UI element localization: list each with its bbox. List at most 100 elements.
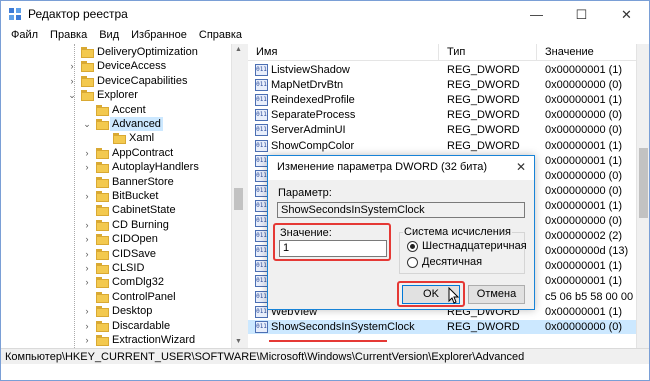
value-name-cell: MapNetDrvBtn bbox=[271, 79, 344, 92]
tree-node[interactable]: › ComDlg32 bbox=[1, 275, 231, 289]
tree-node[interactable]: › Desktop bbox=[1, 304, 231, 318]
tree-node-label[interactable]: Advanced bbox=[110, 117, 163, 131]
expand-arrow-icon[interactable]: › bbox=[68, 59, 76, 73]
tree-node-label[interactable]: BannerStore bbox=[112, 175, 174, 189]
expand-arrow-icon[interactable]: › bbox=[83, 160, 91, 174]
expand-arrow-icon[interactable]: › bbox=[83, 333, 91, 347]
menu-view[interactable]: Вид bbox=[93, 28, 125, 44]
collapse-arrow-icon[interactable]: ⌄ bbox=[83, 117, 91, 131]
tree-scroll-thumb[interactable] bbox=[234, 188, 243, 210]
tree-node-label[interactable]: Accent bbox=[112, 103, 146, 117]
minimize-button[interactable]: — bbox=[514, 1, 559, 28]
expand-arrow-icon[interactable]: › bbox=[83, 261, 91, 275]
menu-edit[interactable]: Правка bbox=[44, 28, 93, 44]
tree-node[interactable]: › DeviceCapabilities bbox=[1, 74, 231, 88]
tree-node[interactable]: Xaml bbox=[1, 131, 231, 145]
column-header-value[interactable]: Значение bbox=[545, 46, 594, 58]
edit-dword-dialog: Изменение параметра DWORD (32 бита) ✕ Па… bbox=[267, 155, 535, 310]
decimal-radio-label[interactable]: Десятичная bbox=[422, 256, 482, 268]
column-header-type[interactable]: Тип bbox=[447, 46, 465, 58]
menu-file[interactable]: Файл bbox=[5, 28, 44, 44]
column-header-name[interactable]: Имя bbox=[256, 46, 277, 58]
hex-radio[interactable] bbox=[407, 241, 418, 252]
menu-help[interactable]: Справка bbox=[193, 28, 248, 44]
tree-node[interactable]: › CLSID bbox=[1, 261, 231, 275]
value-row[interactable]: 011 ShowSecondsInSystemClock REG_DWORD 0x00… bbox=[248, 319, 636, 334]
tree-node[interactable]: ⌄ Explorer bbox=[1, 88, 231, 102]
tree-node[interactable]: › AppContract bbox=[1, 146, 231, 160]
tree-node-label[interactable]: DeviceAccess bbox=[97, 59, 166, 73]
tree-node[interactable]: ⌄ Advanced bbox=[1, 117, 231, 131]
close-button[interactable]: ✕ bbox=[604, 1, 649, 28]
expand-arrow-icon[interactable]: › bbox=[83, 275, 91, 289]
tree-node[interactable]: › DeviceAccess bbox=[1, 59, 231, 73]
tree-node-label[interactable]: ExtractionWizard bbox=[112, 333, 195, 347]
tree-node-label[interactable]: BitBucket bbox=[112, 189, 158, 203]
expand-arrow-icon[interactable]: › bbox=[83, 319, 91, 333]
tree-node-label[interactable]: ComDlg32 bbox=[112, 275, 164, 289]
tree-node[interactable]: › CIDSave bbox=[1, 247, 231, 261]
expand-arrow-icon[interactable]: › bbox=[83, 189, 91, 203]
value-row[interactable]: 011 ShowCompColor REG_DWORD 0x00000001 (1) bbox=[248, 139, 636, 153]
tree-node-label[interactable]: CIDOpen bbox=[112, 232, 158, 246]
expand-arrow-icon[interactable]: › bbox=[83, 232, 91, 246]
tree-node-label[interactable]: DeviceCapabilities bbox=[97, 74, 188, 88]
maximize-button[interactable]: ☐ bbox=[559, 1, 604, 28]
collapse-arrow-icon[interactable]: ⌄ bbox=[68, 88, 76, 102]
expand-arrow-icon[interactable]: › bbox=[83, 218, 91, 232]
column-separator[interactable] bbox=[438, 44, 439, 61]
menu-favorites[interactable]: Избранное bbox=[125, 28, 193, 44]
tree-node[interactable]: CabinetState bbox=[1, 203, 231, 217]
value-row[interactable]: 011 ListviewShadow REG_DWORD 0x00000001 (1) bbox=[248, 63, 636, 77]
folder-icon bbox=[96, 176, 109, 188]
tree-node-label[interactable]: CD Burning bbox=[112, 218, 169, 232]
value-type-cell: REG_DWORD bbox=[447, 94, 520, 107]
value-input[interactable]: 1 bbox=[279, 240, 387, 257]
list-scroll-thumb[interactable] bbox=[639, 148, 648, 218]
value-row[interactable]: 011 ServerAdminUI REG_DWORD 0x00000000 (0) bbox=[248, 123, 636, 137]
list-scrollbar[interactable] bbox=[636, 44, 649, 348]
dword-value-icon: 011 bbox=[255, 124, 268, 137]
dialog-close-icon[interactable]: ✕ bbox=[516, 160, 526, 174]
tree-node[interactable]: › Discardable bbox=[1, 319, 231, 333]
expand-arrow-icon[interactable]: › bbox=[83, 247, 91, 261]
value-value-cell: 0x00000001 (1) bbox=[545, 139, 623, 152]
tree-node-label[interactable]: DeliveryOptimization bbox=[97, 45, 198, 59]
tree-node-label[interactable]: Discardable bbox=[112, 319, 170, 333]
tree-node-label[interactable]: CIDSave bbox=[112, 247, 156, 261]
tree-node-label[interactable]: AutoplayHandlers bbox=[112, 160, 199, 174]
tree-node[interactable]: › AutoplayHandlers bbox=[1, 160, 231, 174]
tree-node[interactable]: Accent bbox=[1, 103, 231, 117]
tree-node-label[interactable]: Desktop bbox=[112, 304, 152, 318]
value-row[interactable]: 011 ReindexedProfile REG_DWORD 0x00000001 (… bbox=[248, 93, 636, 107]
value-type-cell: REG_DWORD bbox=[447, 139, 520, 152]
decimal-radio[interactable] bbox=[407, 257, 418, 268]
tree-node-label[interactable]: Xaml bbox=[129, 131, 154, 145]
tree-node-label[interactable]: AppContract bbox=[112, 146, 173, 160]
value-row[interactable]: 011 SeparateProcess REG_DWORD 0x00000000 (0… bbox=[248, 108, 636, 122]
tree-node[interactable]: › CD Burning bbox=[1, 218, 231, 232]
column-separator[interactable] bbox=[536, 44, 537, 61]
hex-radio-label[interactable]: Шестнадцатеричная bbox=[422, 240, 527, 252]
tree-node[interactable]: DeliveryOptimization bbox=[1, 45, 231, 59]
dword-value-icon: 011 bbox=[255, 64, 268, 76]
tree-node-label[interactable]: CabinetState bbox=[112, 203, 176, 217]
expand-arrow-icon[interactable]: › bbox=[83, 304, 91, 318]
tree-node-label[interactable]: CLSID bbox=[112, 261, 144, 275]
cancel-button[interactable]: Отмена bbox=[468, 285, 525, 304]
tree-node[interactable]: › BitBucket bbox=[1, 189, 231, 203]
tree-node-label[interactable]: Explorer bbox=[97, 88, 138, 102]
folder-icon bbox=[81, 75, 94, 87]
expand-arrow-icon[interactable]: › bbox=[83, 146, 91, 160]
folder-icon bbox=[81, 90, 94, 102]
tree-scrollbar[interactable]: ▲ ▼ bbox=[231, 44, 244, 348]
tree-node[interactable]: › CIDOpen bbox=[1, 232, 231, 246]
tree-node[interactable]: › ExtractionWizard bbox=[1, 333, 231, 347]
tree-node-label[interactable]: ControlPanel bbox=[112, 290, 176, 304]
folder-icon bbox=[96, 119, 109, 130]
tree-node[interactable]: BannerStore bbox=[1, 175, 231, 189]
key-tree: DeliveryOptimization › DeviceAccess › Device… bbox=[1, 44, 244, 348]
tree-node[interactable]: ControlPanel bbox=[1, 290, 231, 304]
expand-arrow-icon[interactable]: › bbox=[68, 74, 76, 88]
value-row[interactable]: 011 MapNetDrvBtn REG_DWORD 0x00000000 (0) bbox=[248, 78, 636, 92]
